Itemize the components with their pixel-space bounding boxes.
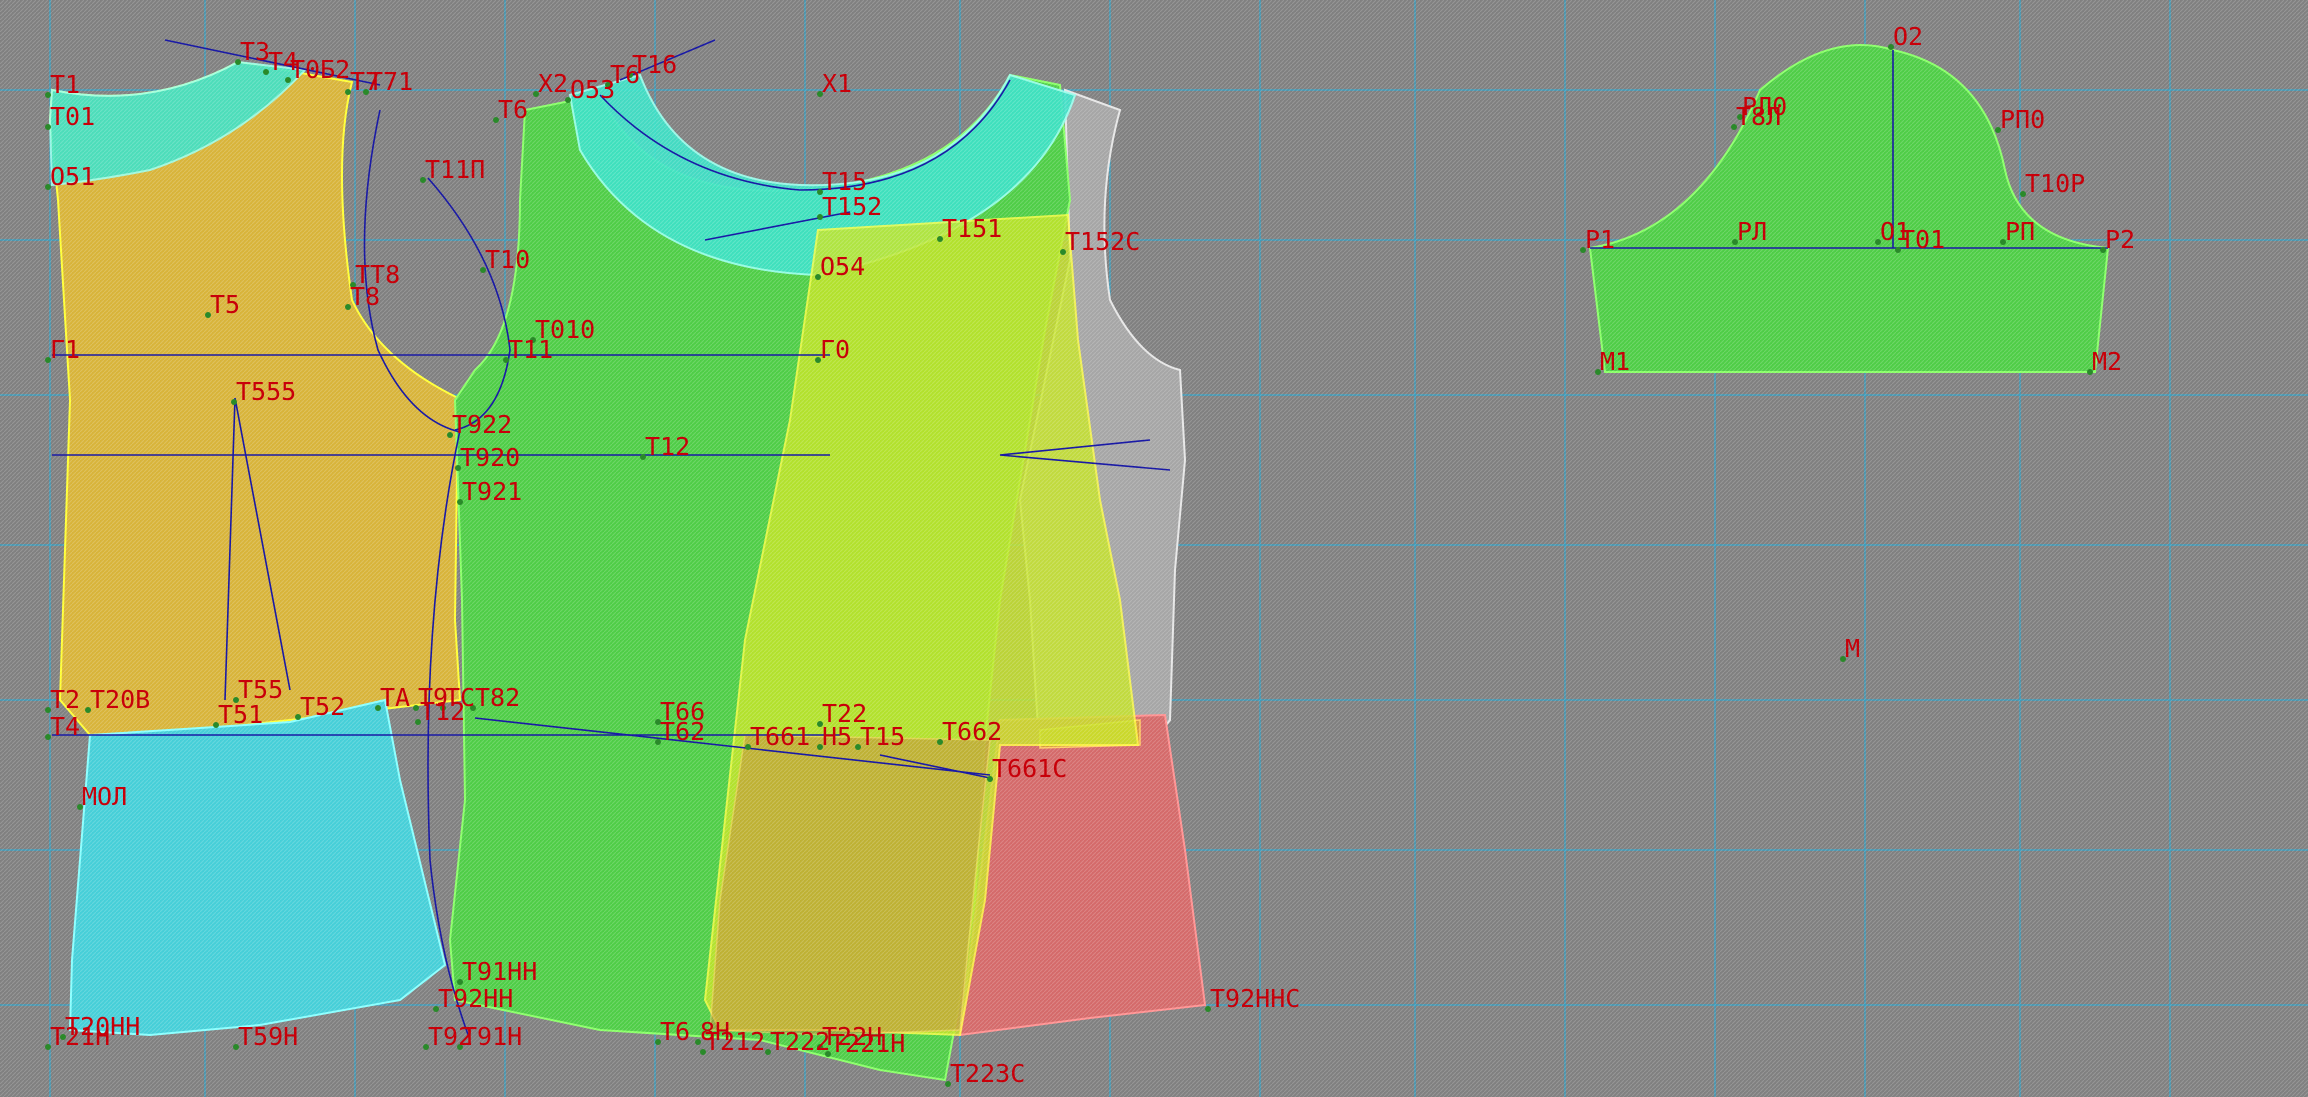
label-T5: Т5: [210, 290, 240, 319]
label-T11P: Т11П: [425, 155, 485, 184]
label-T11: Т11: [508, 335, 553, 364]
label-H5: Н5: [822, 722, 852, 751]
label-T15-waist: Т15: [860, 722, 905, 751]
label-O54: О54: [820, 252, 865, 281]
label-T01: Т01: [50, 102, 95, 131]
pattern-pieces: [0, 0, 2308, 1097]
label-X2: Х2: [538, 69, 568, 98]
label-RP0: РП0: [2000, 105, 2045, 134]
label-T0B2: Т0Б2: [290, 55, 350, 84]
label-T62: Т62: [660, 717, 705, 746]
label-T16: Т16: [632, 50, 677, 79]
back-bodice-lower[interactable]: [68, 698, 447, 1037]
label-T82: Т82: [475, 683, 520, 712]
label-T8L: Т8Л: [1736, 102, 1781, 131]
label-T921: Т921: [462, 477, 522, 506]
label-T922: Т922: [452, 410, 512, 439]
label-T221H: Т221Н: [830, 1029, 905, 1058]
label-T01-sleeve: Т01: [1900, 225, 1945, 254]
label-T20B: Т20В: [90, 685, 150, 714]
label-M2: М2: [2092, 347, 2122, 376]
label-X1: Х1: [822, 69, 852, 98]
label-T8: Т8: [350, 282, 380, 311]
label-T661: Т661: [750, 722, 810, 751]
label-RL: РЛ: [1737, 217, 1767, 246]
label-T12-back: Т12: [420, 697, 465, 726]
label-R1: Р1: [1585, 225, 1615, 254]
label-T52: Т52: [300, 692, 345, 721]
label-T12: Т12: [645, 432, 690, 461]
label-T21H: Т21Н: [50, 1022, 110, 1051]
label-T1: Т1: [50, 70, 80, 99]
label-T2: Т2: [50, 685, 80, 714]
label-T555: Т555: [236, 377, 296, 406]
label-T662: Т662: [942, 717, 1002, 746]
label-R2: Р2: [2105, 225, 2135, 254]
label-T6: Т6: [498, 95, 528, 124]
label-T3: Т3: [240, 37, 270, 66]
label-T59H: Т59Н: [238, 1022, 298, 1051]
label-RP: РП: [2005, 217, 2035, 246]
label-T661C: Т661С: [992, 754, 1067, 783]
label-MOL: МОЛ: [82, 782, 127, 811]
label-T92HH: Т92НН: [438, 984, 513, 1013]
label-T152: Т152: [822, 192, 882, 221]
label-T71: Т71: [368, 67, 413, 96]
label-G0: Г0: [820, 335, 850, 364]
label-O2: О2: [1893, 22, 1923, 51]
label-T4-waist: Т4: [50, 712, 80, 741]
label-T920: Т920: [460, 443, 520, 472]
label-T91H: Т91Н: [462, 1022, 522, 1051]
label-T91HH: Т91НН: [462, 957, 537, 986]
front-lower-overlap[interactable]: [709, 734, 991, 1036]
label-TA: ТА: [380, 683, 410, 712]
label-T151: Т151: [942, 214, 1002, 243]
label-T223C: Т223С: [950, 1059, 1025, 1088]
label-T6-hem: Т6: [660, 1017, 690, 1046]
label-T212: Т212: [705, 1027, 765, 1056]
label-O51: О51: [50, 162, 95, 191]
label-T10R: Т10Р: [2025, 169, 2085, 198]
label-O53: О53: [570, 75, 615, 104]
pattern-canvas[interactable]: Т1 Т3 Т4 Т0Б2 Т7 Т71 Т01 О51 ТТ8 Т8 Т5 Г…: [0, 0, 2308, 1097]
label-T51: Т51: [218, 700, 263, 729]
label-T152C: Т152С: [1065, 227, 1140, 256]
label-M: М: [1845, 634, 1860, 663]
label-T92HHC: Т92ННС: [1210, 984, 1300, 1013]
label-T10: Т10: [485, 245, 530, 274]
label-M1: М1: [1600, 347, 1630, 376]
sleeve[interactable]: [1588, 44, 2110, 373]
label-G1: Г1: [50, 335, 80, 364]
pattern-drawing[interactable]: Т1 Т3 Т4 Т0Б2 Т7 Т71 Т01 О51 ТТ8 Т8 Т5 Г…: [0, 0, 2308, 1097]
